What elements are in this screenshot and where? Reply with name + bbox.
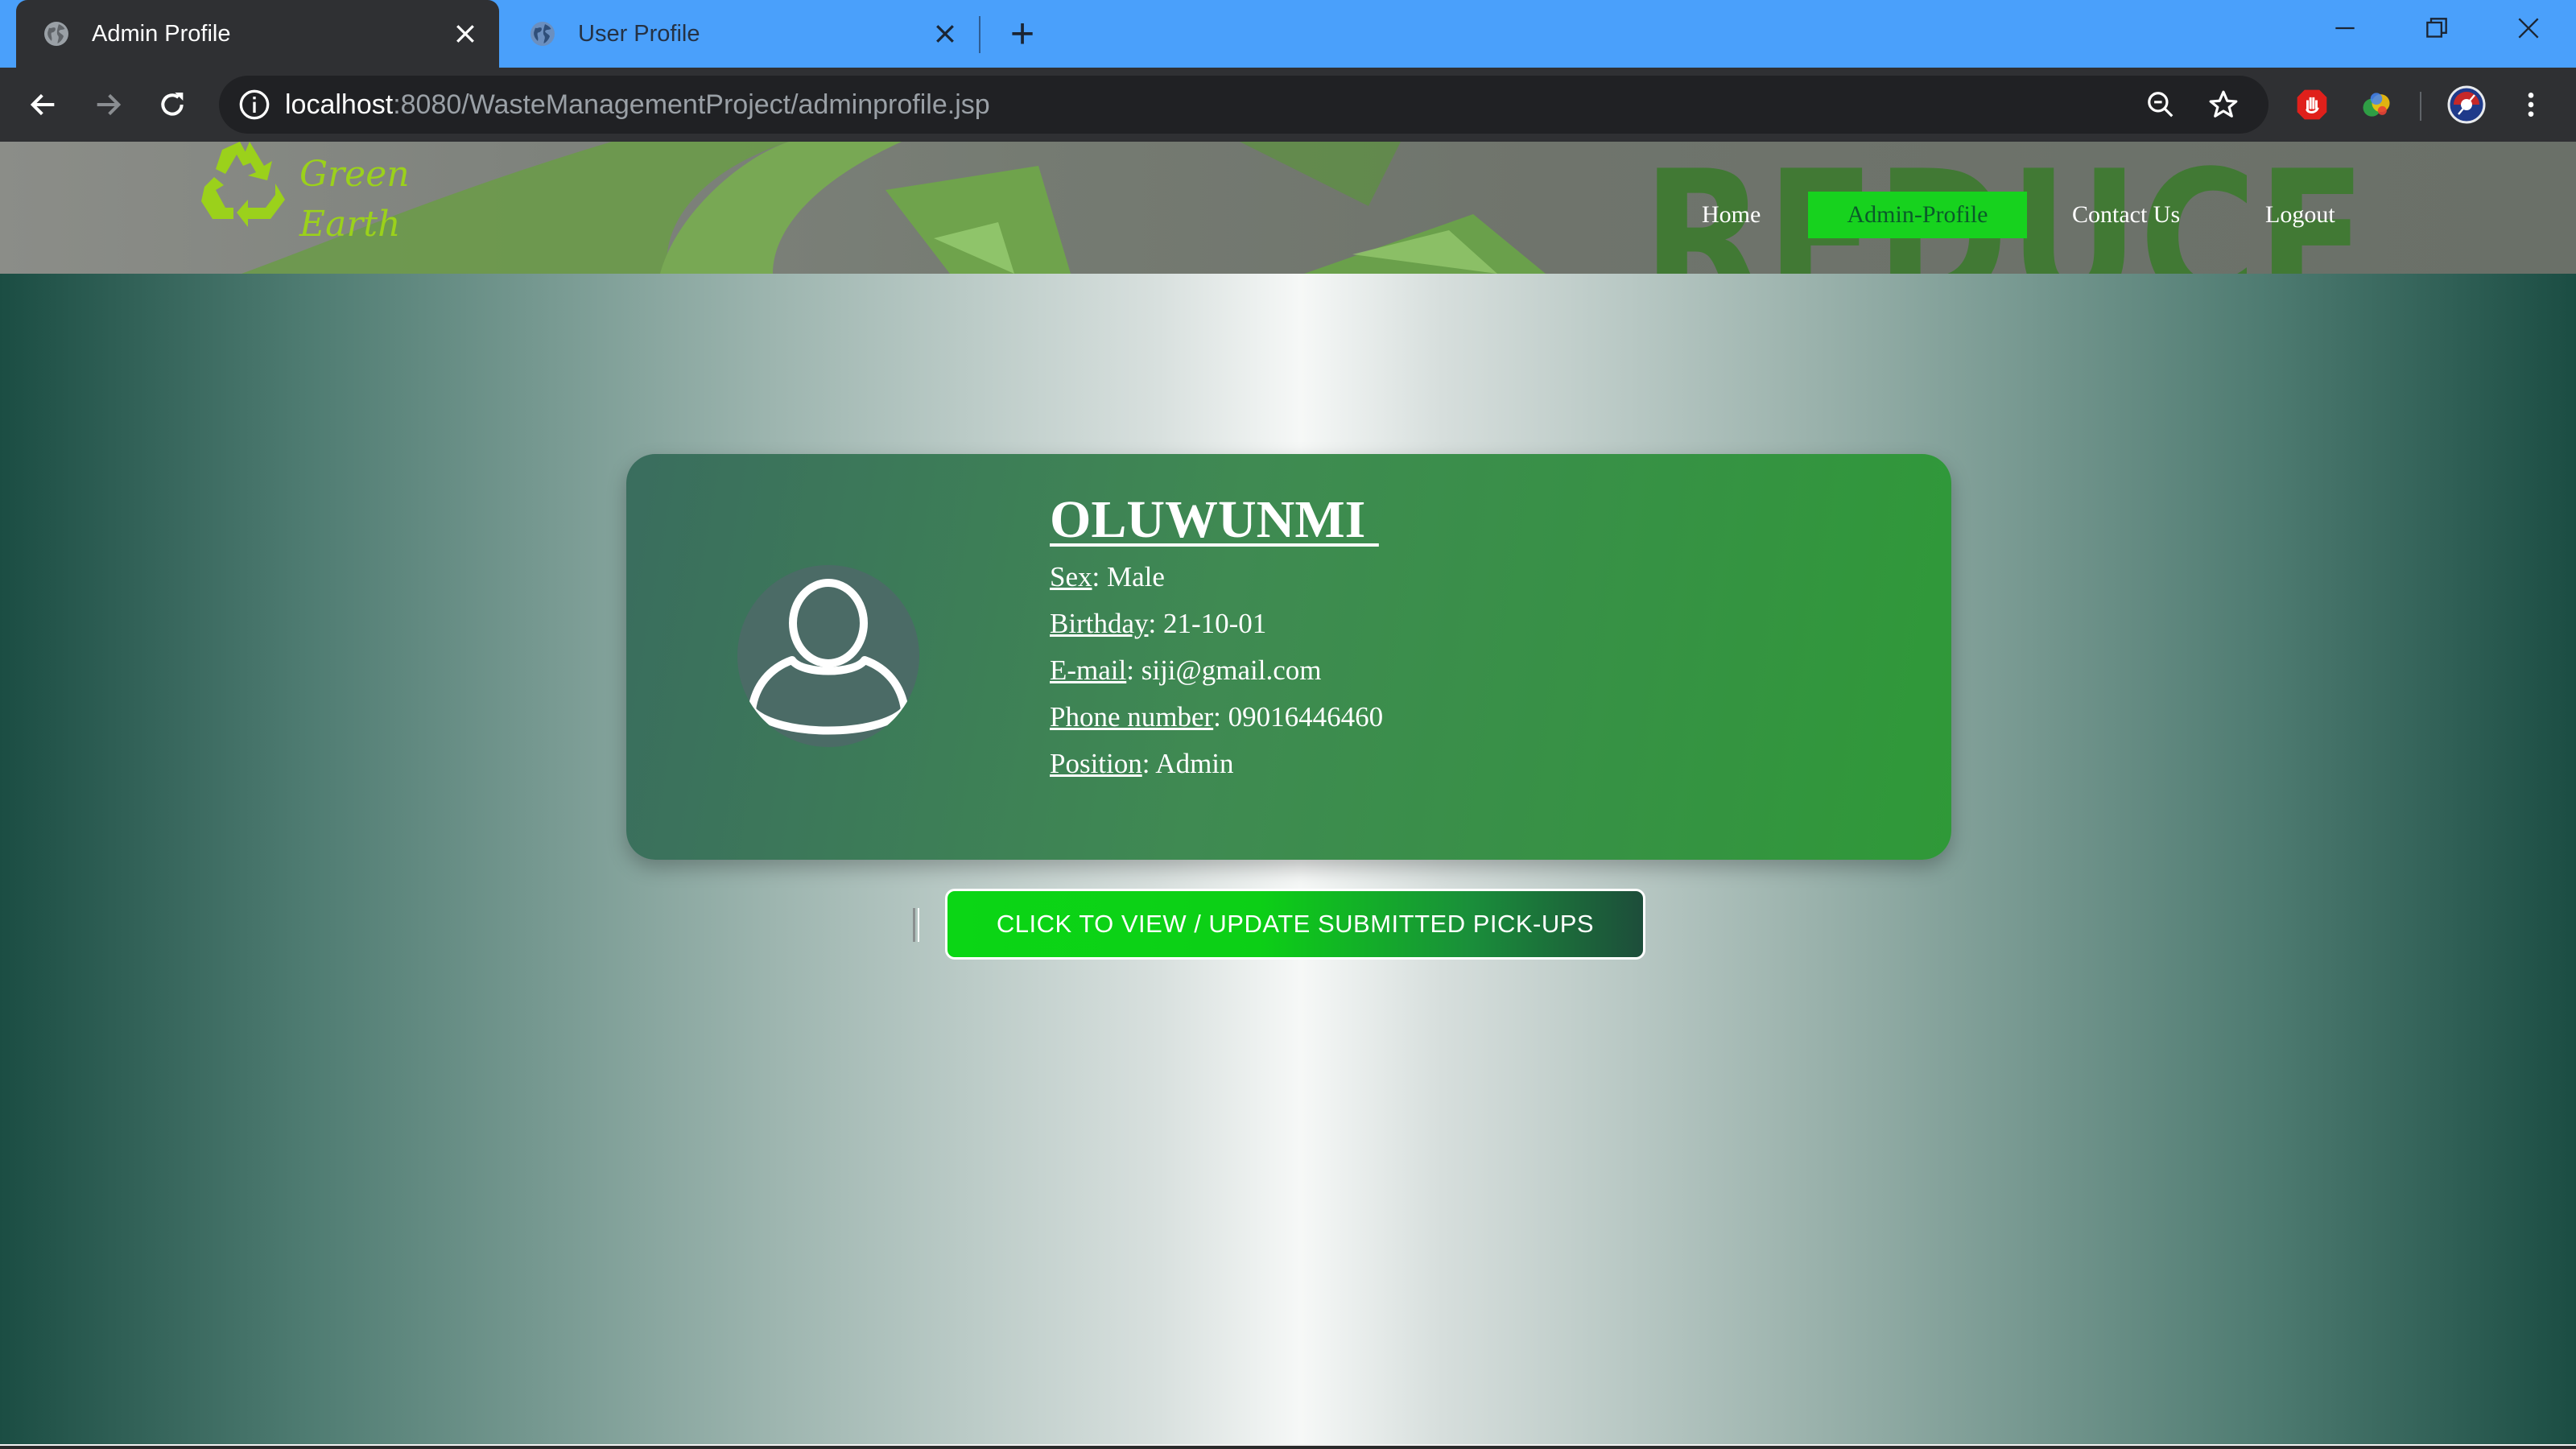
profile-row-email: E-mail: siji@gmail.com — [1050, 647, 1383, 694]
page-content: REDUCE Green Earth Home Admin-Profile Co… — [0, 142, 2576, 1446]
page-bottom-edge — [0, 1444, 2576, 1446]
view-update-pickups-button[interactable]: CLICK TO VIEW / UPDATE SUBMITTED PICK-UP… — [945, 889, 1645, 960]
field-value: : Admin — [1141, 748, 1234, 779]
close-icon[interactable] — [923, 11, 968, 56]
back-icon[interactable] — [19, 80, 68, 129]
profile-row-phone: Phone number: 09016446460 — [1050, 694, 1383, 741]
logo-line-earth: Earth — [299, 204, 401, 245]
site-logo-text: Green Earth — [299, 150, 410, 250]
zoom-icon[interactable] — [2141, 85, 2180, 124]
browser-toolbar: localhost:8080/WasteManagementProject/ad… — [0, 68, 2576, 142]
window-close-icon[interactable] — [2484, 0, 2573, 56]
restore-icon[interactable] — [2392, 0, 2481, 56]
nav-admin-profile[interactable]: Admin-Profile — [1808, 192, 2027, 238]
reload-icon[interactable] — [148, 80, 196, 129]
profile-row-position: Position: Admin — [1050, 741, 1383, 787]
field-label: E-mail — [1050, 654, 1127, 686]
profile-name: OLUWUNMI — [1050, 490, 1379, 549]
url-path: :8080/WasteManagementProject/adminprofil… — [393, 89, 990, 120]
nav-logout[interactable]: Logout — [2265, 192, 2335, 238]
url-text[interactable]: localhost:8080/WasteManagementProject/ad… — [285, 76, 990, 134]
profile-details: OLUWUNMI Sex: Male Birthday: 21-10-01 E-… — [1050, 486, 1383, 787]
field-label: Sex — [1050, 561, 1092, 592]
extension-icon[interactable] — [2357, 85, 2396, 124]
text-cursor-icon — [913, 908, 919, 942]
close-icon[interactable] — [443, 11, 488, 56]
field-value: : Male — [1092, 561, 1165, 592]
profile-card: OLUWUNMI Sex: Male Birthday: 21-10-01 E-… — [626, 454, 1951, 860]
field-value: : siji@gmail.com — [1126, 654, 1322, 686]
forward-icon[interactable] — [84, 80, 132, 129]
tab-title: User Profile — [578, 20, 700, 47]
field-value: : 09016446460 — [1213, 701, 1384, 733]
field-label: Birthday — [1050, 608, 1149, 639]
tab-user-profile[interactable]: User Profile — [502, 0, 979, 68]
minimize-icon[interactable] — [2301, 0, 2389, 56]
nav-contact-us[interactable]: Contact Us — [2072, 192, 2180, 238]
new-tab-button[interactable]: + — [1000, 11, 1045, 56]
toolbar-separator — [2420, 92, 2421, 121]
site-header: REDUCE Green Earth Home Admin-Profile Co… — [0, 142, 2576, 274]
globe-icon — [530, 22, 555, 46]
profile-row-birthday: Birthday: 21-10-01 — [1050, 601, 1383, 647]
tab-admin-profile[interactable]: Admin Profile — [16, 0, 499, 68]
nav-home[interactable]: Home — [1702, 192, 1761, 238]
logo-line-green: Green — [299, 154, 410, 195]
field-label: Phone number — [1050, 701, 1214, 733]
tab-title: Admin Profile — [92, 20, 231, 47]
url-host: localhost — [285, 89, 394, 120]
address-bar[interactable]: localhost:8080/WasteManagementProject/ad… — [219, 76, 2268, 134]
adblock-icon[interactable] — [2293, 85, 2331, 124]
menu-icon[interactable] — [2512, 85, 2550, 124]
info-icon[interactable] — [238, 89, 270, 121]
browser-tab-bar: Admin Profile User Profile + — [0, 0, 2576, 68]
star-icon[interactable] — [2204, 85, 2243, 124]
globe-icon — [44, 22, 68, 46]
user-avatar-icon — [737, 565, 919, 747]
profile-avatar-icon[interactable] — [2447, 85, 2486, 124]
tab-separator — [979, 16, 980, 53]
profile-row-sex: Sex: Male — [1050, 554, 1383, 601]
field-label: Position — [1050, 748, 1142, 779]
field-value: : 21-10-01 — [1148, 608, 1267, 639]
